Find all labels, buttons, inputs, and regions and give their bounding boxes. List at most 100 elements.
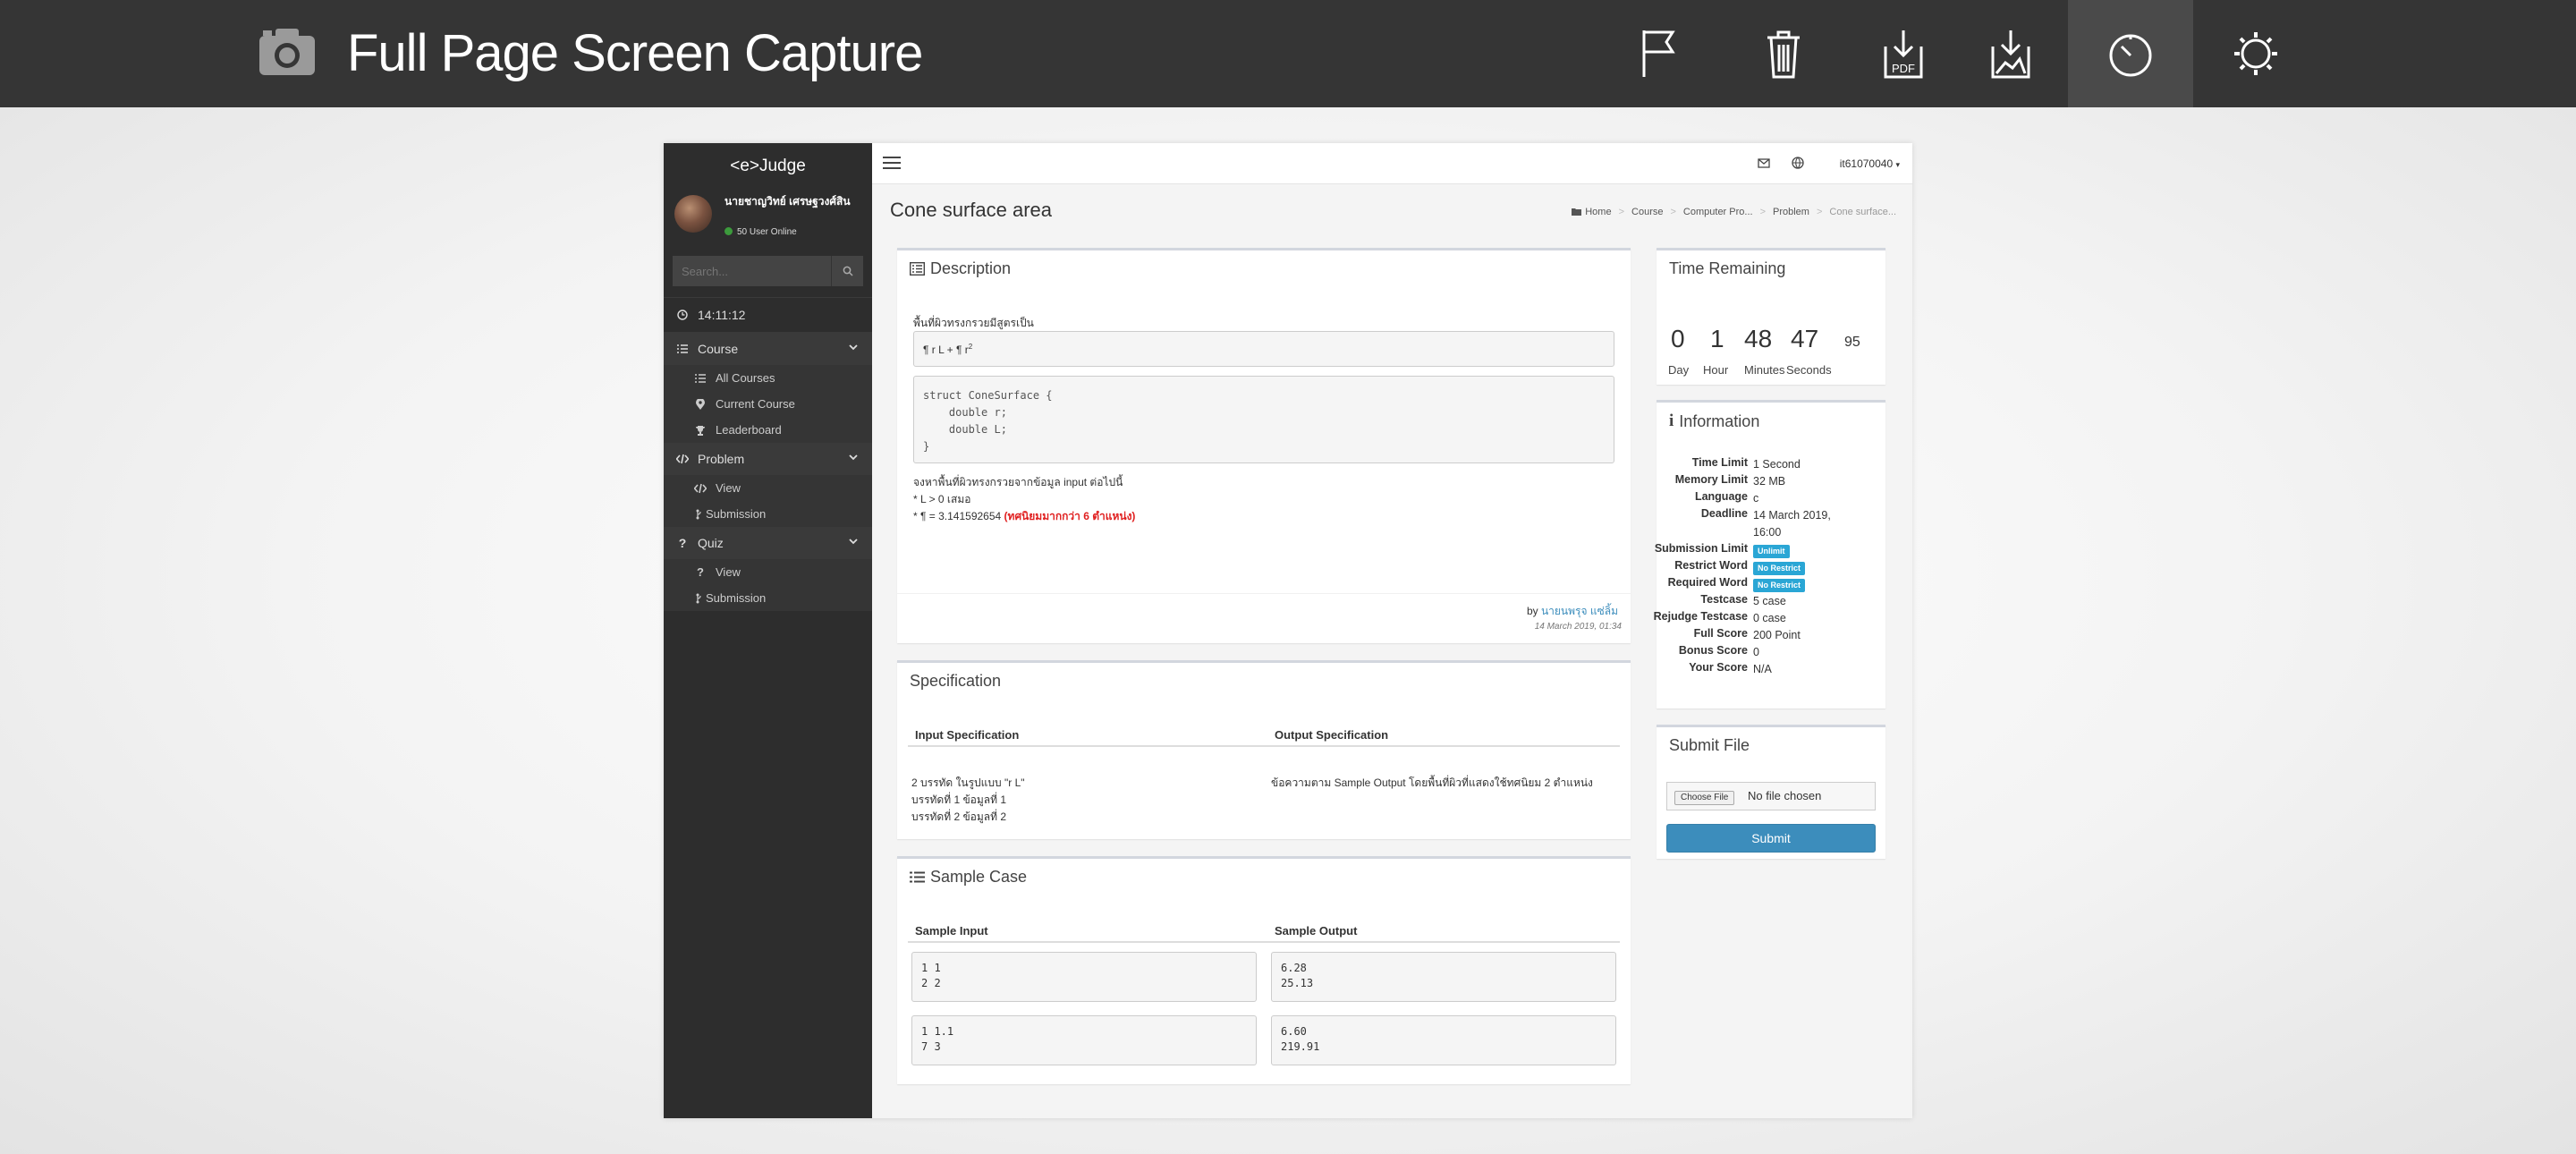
search-input[interactable] (673, 256, 831, 286)
delete-button[interactable] (1721, 0, 1846, 107)
timer-minutes-label: Minutes (1744, 363, 1785, 377)
sample-table-header: Sample Input Sample Output (908, 920, 1620, 943)
main-content: it61070040 ▾ Cone surface area Home > Cour… (872, 143, 1912, 1118)
breadcrumb-home[interactable]: Home (1585, 207, 1611, 217)
status-badge: Unlimit (1753, 545, 1790, 558)
sidebar-item-quiz[interactable]: ? Quiz (664, 527, 872, 559)
settings-button[interactable] (2193, 0, 2318, 107)
chevron-down-icon (849, 344, 858, 351)
sample-input-1: 1 1 2 2 (911, 952, 1257, 1002)
code-icon (676, 454, 689, 464)
formula-block: ¶ r L + ¶ r2 (913, 331, 1614, 367)
sample-output-2: 6.60 219.91 (1271, 1015, 1616, 1065)
sidebar-item-label: Problem (698, 452, 745, 466)
info-row-memory-limit: Memory Limit 32 MB (1674, 473, 1786, 488)
sidebar: <e>Judge นายชาญวิทย์ เศรษฐวงศ์สิน 50 Use… (664, 143, 872, 1118)
code-branch-icon (696, 509, 701, 519)
sample-case-title: Sample Case (897, 859, 1631, 895)
sidebar-item-all-courses[interactable]: All Courses (664, 365, 872, 391)
sidebar-item-problem-view[interactable]: View (664, 475, 872, 501)
info-row-required-word: Required Word No Restrict (1657, 576, 1885, 593)
page-title: Cone surface area (890, 199, 1052, 221)
time-remaining-box: Time Remaining 0 1 48 47 95 Day Hour Min… (1657, 248, 1885, 385)
file-input[interactable]: Choose File No file chosen (1666, 782, 1876, 810)
output-spec-cell: ข้อความตาม Sample Output โดยพื้นที่ผิวที… (1271, 776, 1593, 789)
chevron-down-icon (849, 539, 858, 545)
sidebar-item-problem-submission[interactable]: Submission (664, 501, 872, 527)
spec-table-header: Input Specification Output Specification (908, 724, 1620, 747)
history-button[interactable] (2068, 0, 2193, 107)
settings-icon (2234, 32, 2277, 75)
server-clock: 14:11:12 (664, 297, 872, 333)
breadcrumb: Home > Course > Computer Pro... > Problem > Cone… (1572, 207, 1896, 217)
download-pdf-icon: PDF (1884, 30, 1923, 79)
captured-page: <e>Judge นายชาญวิทย์ เศรษฐวงศ์สิน 50 Use… (664, 143, 1912, 1118)
breadcrumb-problem[interactable]: Problem (1773, 207, 1809, 217)
envelope-icon[interactable] (1757, 156, 1771, 170)
description-intro: พื้นที่ผิวทรงกรวยมีสูตรเป็น (913, 317, 1034, 329)
sidebar-item-current-course[interactable]: Current Course (664, 391, 872, 417)
sidebar-item-problem[interactable]: Problem (664, 443, 872, 475)
info-row-bonus-score: Bonus Score 0 (1678, 644, 1759, 658)
info-row-full-score: Full Score 200 Point (1693, 627, 1801, 641)
sidebar-item-quiz-view[interactable]: ? View (664, 559, 872, 585)
code-branch-icon (696, 593, 701, 603)
online-dot-icon (724, 227, 733, 235)
sidebar-item-quiz-submission[interactable]: Submission (664, 585, 872, 611)
app-title: Full Page Screen Capture (347, 24, 923, 82)
note-line: จงหาพื้นที่ผิวทรงกรวยจากข้อมูล input ต่อ… (913, 476, 1123, 488)
globe-icon[interactable] (1791, 156, 1805, 170)
question-icon: ? (678, 536, 687, 550)
history-icon (2109, 34, 2152, 77)
timer-seconds-label: Seconds (1786, 363, 1832, 377)
timer-hour-label: Hour (1703, 363, 1729, 377)
brand-logo[interactable]: <e>Judge (664, 143, 872, 190)
sample-output-1: 6.28 25.13 (1271, 952, 1616, 1002)
download-image-button[interactable] (1948, 0, 2073, 107)
sample-case-box: Sample Case Sample Input Sample Output 1… (897, 856, 1631, 1084)
list-alt-icon (910, 262, 925, 276)
sample-input-2: 1 1.1 7 3 (911, 1015, 1257, 1065)
input-spec-cell: 2 บรรทัด ในรูปแบบ "r L" บรรทัดที่ 1 ข้อม… (911, 776, 1025, 823)
code-icon (694, 483, 707, 493)
info-row-time-limit: Time Limit 1 Second (1691, 456, 1801, 471)
author-link[interactable]: นายนพรุจ แซ่ลิ้ม (1541, 605, 1618, 617)
breadcrumb-course[interactable]: Course (1631, 207, 1663, 217)
submit-button[interactable]: Submit (1666, 824, 1876, 853)
description-box: Description พื้นที่ผิวทรงกรวยมีสูตรเป็น … (897, 248, 1631, 643)
download-image-icon (1991, 30, 2030, 79)
description-notes: จงหาพื้นที่ผิวทรงกรวยจากข้อมูล input ต่อ… (913, 474, 1135, 525)
status-badge: No Restrict (1753, 562, 1806, 575)
hamburger-menu-button[interactable] (883, 157, 901, 171)
info-row-testcase: Testcase 5 case (1700, 593, 1786, 607)
submit-file-title: Submit File (1669, 736, 1750, 754)
sidebar-item-leaderboard[interactable]: Leaderboard (664, 417, 872, 443)
output-spec-header: Output Specification (1275, 728, 1389, 742)
trash-icon (1767, 30, 1800, 79)
note-line: * ¶ = 3.141592654 (ทศนิยมมากกว่า 6 ตำแหน… (913, 510, 1136, 522)
timer-hour: 1 (1710, 325, 1724, 352)
breadcrumb-computer-pro[interactable]: Computer Pro... (1683, 207, 1753, 217)
specification-box: Specification Input Specification Output… (897, 660, 1631, 839)
description-footer: by นายนพรุจ แซ่ลิ้ม 14 March 2019, 01:34 (897, 593, 1631, 645)
user-menu[interactable]: it61070040 ▾ (1840, 157, 1900, 170)
flag-button[interactable] (1596, 0, 1721, 107)
info-row-submission-limit: Submission Limit Unlimit (1655, 542, 1885, 559)
timer-minutes: 48 (1744, 325, 1773, 352)
question-icon: ? (697, 565, 704, 579)
search-button[interactable] (831, 256, 863, 286)
sidebar-item-course[interactable]: Course (664, 333, 872, 365)
info-icon: i (1669, 412, 1674, 430)
author-line: by นายนพรุจ แซ่ลิ้ม (1526, 605, 1618, 617)
sidebar-search (673, 256, 863, 286)
information-title: i Information (1669, 412, 1760, 430)
chevron-down-icon (849, 454, 858, 461)
time-remaining-title: Time Remaining (1669, 259, 1786, 277)
note-line: * L > 0 เสมอ (913, 493, 971, 505)
choose-file-button[interactable]: Choose File (1674, 791, 1735, 805)
list-icon (695, 373, 706, 383)
download-pdf-button[interactable]: PDF (1841, 0, 1966, 107)
sidebar-item-label: Course (698, 342, 739, 356)
specification-title: Specification (910, 672, 1002, 690)
file-status: No file chosen (1748, 789, 1822, 802)
